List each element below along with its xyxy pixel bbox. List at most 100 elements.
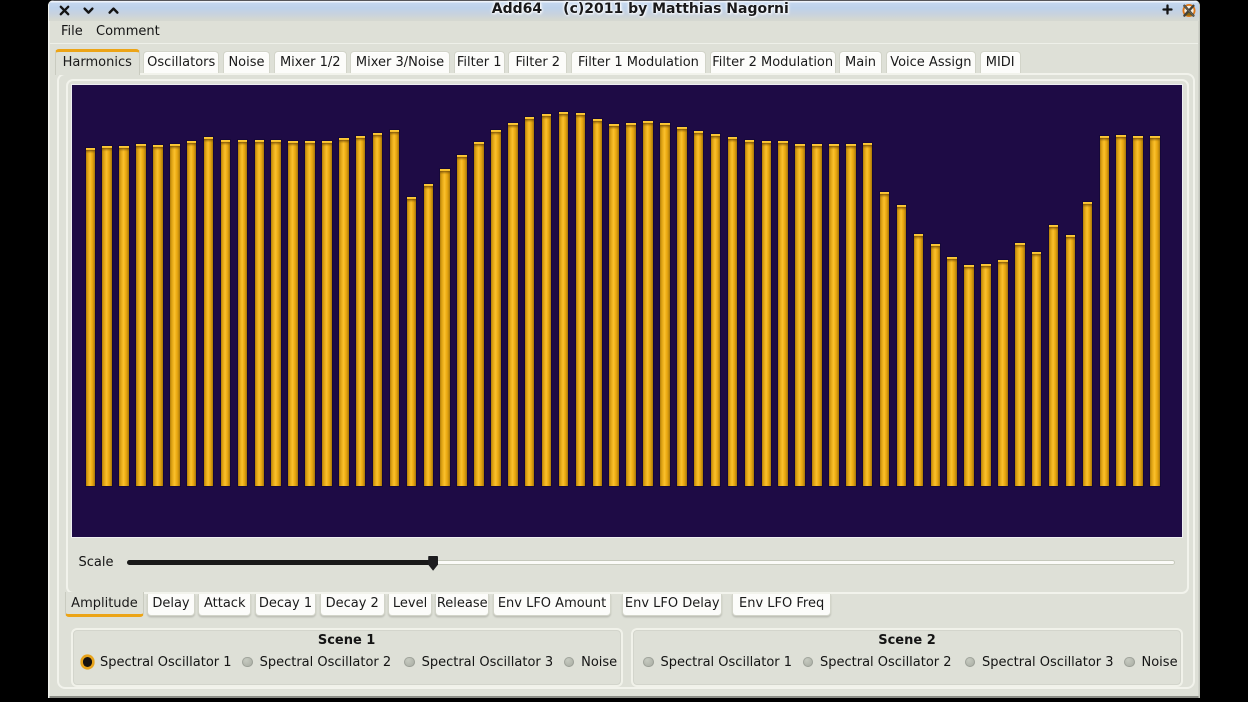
radio-icon[interactable] <box>564 657 575 668</box>
titlebar[interactable]: Add64(c)2011 by Matthias Nagorni <box>49 0 1199 21</box>
radio-scene1-spectral-oscillator-2[interactable]: Spectral Oscillator 2 <box>242 656 391 669</box>
harmonic-bar-10[interactable] <box>238 140 248 486</box>
harmonic-bar-17[interactable] <box>356 136 366 486</box>
harmonic-bar-14[interactable] <box>305 141 315 486</box>
tab-env-lfo-amount[interactable]: Env LFO Amount <box>493 594 612 616</box>
harmonic-bar-8[interactable] <box>204 137 214 486</box>
harmonic-bar-58[interactable] <box>1049 225 1059 486</box>
radio-icon[interactable] <box>242 657 253 668</box>
harmonic-bar-9[interactable] <box>221 140 231 486</box>
harmonic-bar-3[interactable] <box>119 146 129 486</box>
harmonic-bar-5[interactable] <box>153 145 163 486</box>
harmonic-bar-24[interactable] <box>474 142 484 486</box>
tab-mixer-1-2[interactable]: Mixer 1/2 <box>274 51 347 73</box>
close-icon[interactable] <box>58 4 71 17</box>
harmonic-bar-28[interactable] <box>542 114 552 486</box>
harmonic-bar-63[interactable] <box>1133 136 1143 486</box>
radio-icon[interactable] <box>404 657 415 668</box>
harmonic-bar-12[interactable] <box>271 140 281 486</box>
tab-env-lfo-freq[interactable]: Env LFO Freq <box>732 594 831 616</box>
harmonic-bar-54[interactable] <box>981 264 991 486</box>
harmonic-bar-36[interactable] <box>677 127 687 486</box>
tab-mixer-3-noise[interactable]: Mixer 3/Noise <box>350 51 450 73</box>
tab-filter-1[interactable]: Filter 1 <box>454 51 505 73</box>
harmonic-bar-62[interactable] <box>1116 135 1126 486</box>
harmonic-bar-13[interactable] <box>288 141 298 486</box>
tab-release[interactable]: Release <box>435 594 489 616</box>
harmonic-bar-40[interactable] <box>745 140 755 486</box>
harmonic-bar-53[interactable] <box>964 265 974 486</box>
harmonic-bar-38[interactable] <box>711 134 721 486</box>
harmonic-bar-55[interactable] <box>998 260 1008 486</box>
harmonic-bar-45[interactable] <box>829 144 839 486</box>
minimize-icon[interactable] <box>82 4 95 17</box>
radio-scene2-spectral-oscillator-1[interactable]: Spectral Oscillator 1 <box>643 656 792 669</box>
tab-level[interactable]: Level <box>388 594 432 616</box>
harmonic-bar-4[interactable] <box>136 144 146 486</box>
harmonic-bar-50[interactable] <box>914 234 924 486</box>
tab-main[interactable]: Main <box>839 51 882 73</box>
tab-midi[interactable]: MIDI <box>980 51 1021 73</box>
harmonic-bar-52[interactable] <box>947 257 957 486</box>
harmonic-bar-2[interactable] <box>102 146 112 486</box>
harmonic-bar-23[interactable] <box>457 155 467 486</box>
harmonic-bar-22[interactable] <box>440 169 450 486</box>
harmonic-bar-37[interactable] <box>694 131 704 486</box>
plus-icon[interactable] <box>1162 4 1175 17</box>
tab-voice-assign[interactable]: Voice Assign <box>886 51 977 73</box>
harmonic-bar-47[interactable] <box>863 143 873 486</box>
harmonic-bar-46[interactable] <box>846 144 856 486</box>
harmonic-bar-35[interactable] <box>660 123 670 486</box>
tab-filter-2-modulation[interactable]: Filter 2 Modulation <box>710 51 836 73</box>
harmonic-bar-20[interactable] <box>407 197 417 486</box>
harmonic-bar-11[interactable] <box>255 140 265 486</box>
radio-scene1-spectral-oscillator-1[interactable]: Spectral Oscillator 1 <box>83 656 232 669</box>
harmonics-plot[interactable] <box>71 84 1183 538</box>
radio-icon[interactable] <box>643 657 654 668</box>
maximize-icon[interactable] <box>107 4 120 17</box>
harmonic-bar-42[interactable] <box>778 141 788 486</box>
radio-scene2-spectral-oscillator-3[interactable]: Spectral Oscillator 3 <box>965 656 1114 669</box>
tab-decay-2[interactable]: Decay 2 <box>320 594 385 616</box>
radio-icon[interactable] <box>1124 657 1135 668</box>
harmonic-bar-15[interactable] <box>322 141 332 486</box>
harmonic-bar-48[interactable] <box>880 192 890 486</box>
tab-attack[interactable]: Attack <box>198 594 251 616</box>
harmonic-bar-7[interactable] <box>187 141 197 486</box>
harmonic-bar-57[interactable] <box>1032 252 1042 486</box>
harmonic-bar-56[interactable] <box>1015 243 1025 486</box>
tab-filter-1-modulation[interactable]: Filter 1 Modulation <box>571 51 707 73</box>
menu-file[interactable]: File <box>61 21 83 43</box>
harmonic-bar-31[interactable] <box>593 119 603 486</box>
radio-scene2-noise[interactable]: Noise <box>1124 656 1178 669</box>
menu-comment[interactable]: Comment <box>96 21 160 43</box>
harmonic-bar-6[interactable] <box>170 144 180 486</box>
harmonic-bar-51[interactable] <box>931 244 941 486</box>
harmonic-bar-30[interactable] <box>576 113 586 486</box>
harmonic-bar-25[interactable] <box>491 130 501 486</box>
harmonic-bar-64[interactable] <box>1150 136 1160 486</box>
harmonic-bar-39[interactable] <box>728 137 738 486</box>
radio-selected-icon[interactable] <box>83 657 92 666</box>
tab-noise[interactable]: Noise <box>223 51 271 73</box>
harmonic-bar-21[interactable] <box>424 184 434 486</box>
tab-filter-2[interactable]: Filter 2 <box>508 51 567 73</box>
harmonic-bar-27[interactable] <box>525 117 535 486</box>
radio-icon[interactable] <box>965 657 976 668</box>
tab-harmonics[interactable]: Harmonics <box>55 49 140 75</box>
scale-slider[interactable] <box>127 560 1175 565</box>
harmonic-bar-44[interactable] <box>812 144 822 486</box>
harmonic-bar-29[interactable] <box>559 112 569 486</box>
radio-scene1-spectral-oscillator-3[interactable]: Spectral Oscillator 3 <box>404 656 553 669</box>
app-icon[interactable] <box>1181 3 1194 16</box>
tab-decay-1[interactable]: Decay 1 <box>255 594 316 616</box>
harmonic-bar-26[interactable] <box>508 123 518 486</box>
harmonic-bar-18[interactable] <box>373 133 383 486</box>
harmonic-bar-34[interactable] <box>643 121 653 486</box>
harmonic-bar-49[interactable] <box>897 205 907 486</box>
harmonic-bar-60[interactable] <box>1083 202 1093 486</box>
harmonic-bar-1[interactable] <box>86 148 96 486</box>
harmonic-bar-41[interactable] <box>762 141 772 486</box>
radio-scene2-spectral-oscillator-2[interactable]: Spectral Oscillator 2 <box>803 656 952 669</box>
tab-env-lfo-delay[interactable]: Env LFO Delay <box>622 594 722 616</box>
